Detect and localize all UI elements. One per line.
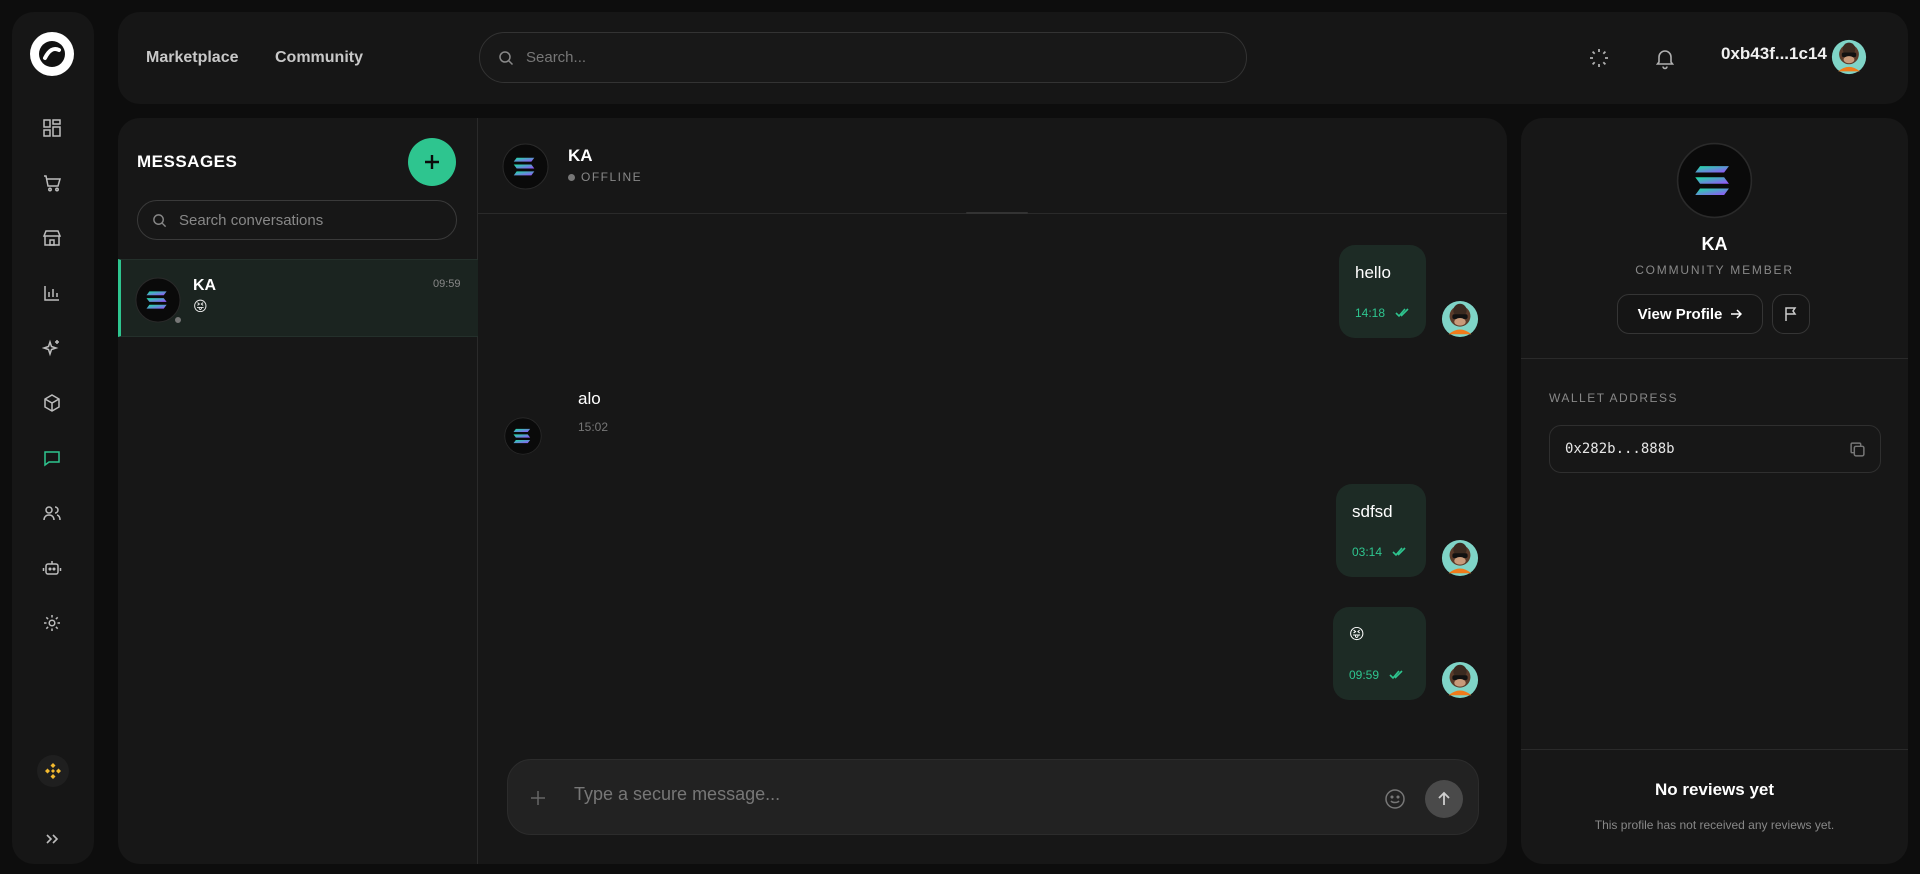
profile-panel: KA COMMUNITY MEMBER View Profile WALLET … [1521,118,1908,864]
chat-panel: MESSAGES KA 09:59 😝 KA OFFLINE hello 14:… [118,118,1507,864]
report-button[interactable] [1772,294,1810,334]
copy-icon[interactable] [1849,441,1866,458]
messages-title: MESSAGES [137,152,238,171]
message-meta: 09:59 [1349,668,1403,682]
loading-spinner-icon[interactable] [1587,46,1611,70]
wallet-label: WALLET ADDRESS [1549,391,1679,405]
top-bar: Marketplace Community 0xb43f...1c14 [118,12,1908,104]
new-message-button[interactable] [408,138,456,186]
chart-icon[interactable] [35,276,69,310]
view-profile-label: View Profile [1637,305,1723,323]
search-input[interactable] [526,49,1206,66]
search-icon [153,213,167,227]
no-reviews-text: This profile has not received any review… [1594,818,1835,832]
store-icon[interactable] [35,221,69,255]
message-composer [507,759,1479,835]
contact-status: OFFLINE [568,170,642,184]
settings-icon[interactable] [35,606,69,640]
view-profile-button[interactable]: View Profile [1617,294,1763,334]
search-icon [499,50,514,65]
contact-avatar[interactable] [502,143,549,190]
cube-icon[interactable] [35,386,69,420]
outgoing-message: sdfsd 03:14 [1336,484,1426,577]
conversation-name: KA [193,277,217,294]
emoji-icon[interactable] [1384,788,1406,810]
user-avatar[interactable] [1831,39,1867,75]
my-avatar [1441,300,1479,338]
expand-sidebar-icon[interactable] [35,822,69,856]
my-avatar [1441,661,1479,699]
users-icon[interactable] [35,496,69,530]
send-button[interactable] [1425,780,1463,818]
profile-role: COMMUNITY MEMBER [1635,263,1794,277]
my-avatar [1441,539,1479,577]
wallet-address: 0x282b...888b [1565,441,1675,457]
bnb-chain-icon[interactable] [37,755,69,787]
sparkles-icon[interactable] [35,331,69,365]
status-label: OFFLINE [581,170,643,184]
outgoing-message: 😝 09:59 [1333,607,1426,700]
message-time: 03:14 [1352,545,1383,559]
chat-contact-name: KA [568,146,593,165]
offline-status-dot [173,315,183,325]
wallet-address-box: 0x282b...888b [1549,425,1881,473]
bot-icon[interactable] [35,551,69,585]
message-meta: 03:14 [1352,545,1406,559]
arrow-up-icon [1438,791,1450,805]
user-wallet-address[interactable]: 0xb43f...1c14 [1721,44,1827,64]
chat-header: KA OFFLINE [478,118,1507,214]
no-reviews-title: No reviews yet [1654,780,1775,799]
dashboard-icon[interactable] [35,111,69,145]
message-time: 14:18 [1355,306,1386,320]
bell-icon[interactable] [1653,46,1677,70]
nav-marketplace[interactable]: Marketplace [146,49,239,67]
nav-community[interactable]: Community [275,49,363,67]
logo-icon [39,41,65,67]
message-time: 09:59 [1349,668,1380,682]
global-search [479,32,1247,83]
profile-name: KA [1701,234,1728,254]
app-logo[interactable] [30,32,74,76]
message-input[interactable] [574,784,1374,805]
incoming-message-time: 15:02 [578,420,609,434]
conversation-time: 09:59 [433,278,461,290]
conversation-item[interactable]: KA 09:59 😝 [118,259,478,337]
attach-plus-icon[interactable] [530,786,546,812]
incoming-message-text: alo [578,389,601,408]
profile-avatar [1676,142,1753,219]
chat-area: KA OFFLINE hello 14:18 alo 15:02 sdfsd 0… [478,118,1507,864]
status-dot [568,173,575,181]
outgoing-message: hello 14:18 [1339,245,1426,338]
read-check-icon [1395,308,1409,318]
sidebar-rail [12,12,94,864]
message-text: sdfsd [1352,502,1393,521]
messages-icon[interactable] [35,441,69,475]
message-meta: 14:18 [1355,306,1409,320]
contact-avatar [504,417,542,455]
flag-icon [1785,307,1797,321]
read-check-icon [1389,670,1403,680]
scroll-indicator [966,212,1028,214]
conversation-list: MESSAGES KA 09:59 😝 [118,118,478,864]
message-text: hello [1355,263,1391,282]
arrow-right-icon [1731,309,1743,319]
conversation-search [137,200,457,240]
plus-icon [425,155,439,169]
message-text: 😝 [1349,626,1365,643]
read-check-icon [1392,547,1406,557]
conversation-preview: 😝 [193,298,208,314]
divider [1521,358,1908,359]
cart-icon[interactable] [35,166,69,200]
divider [1521,749,1908,750]
conversation-search-input[interactable] [179,211,439,229]
